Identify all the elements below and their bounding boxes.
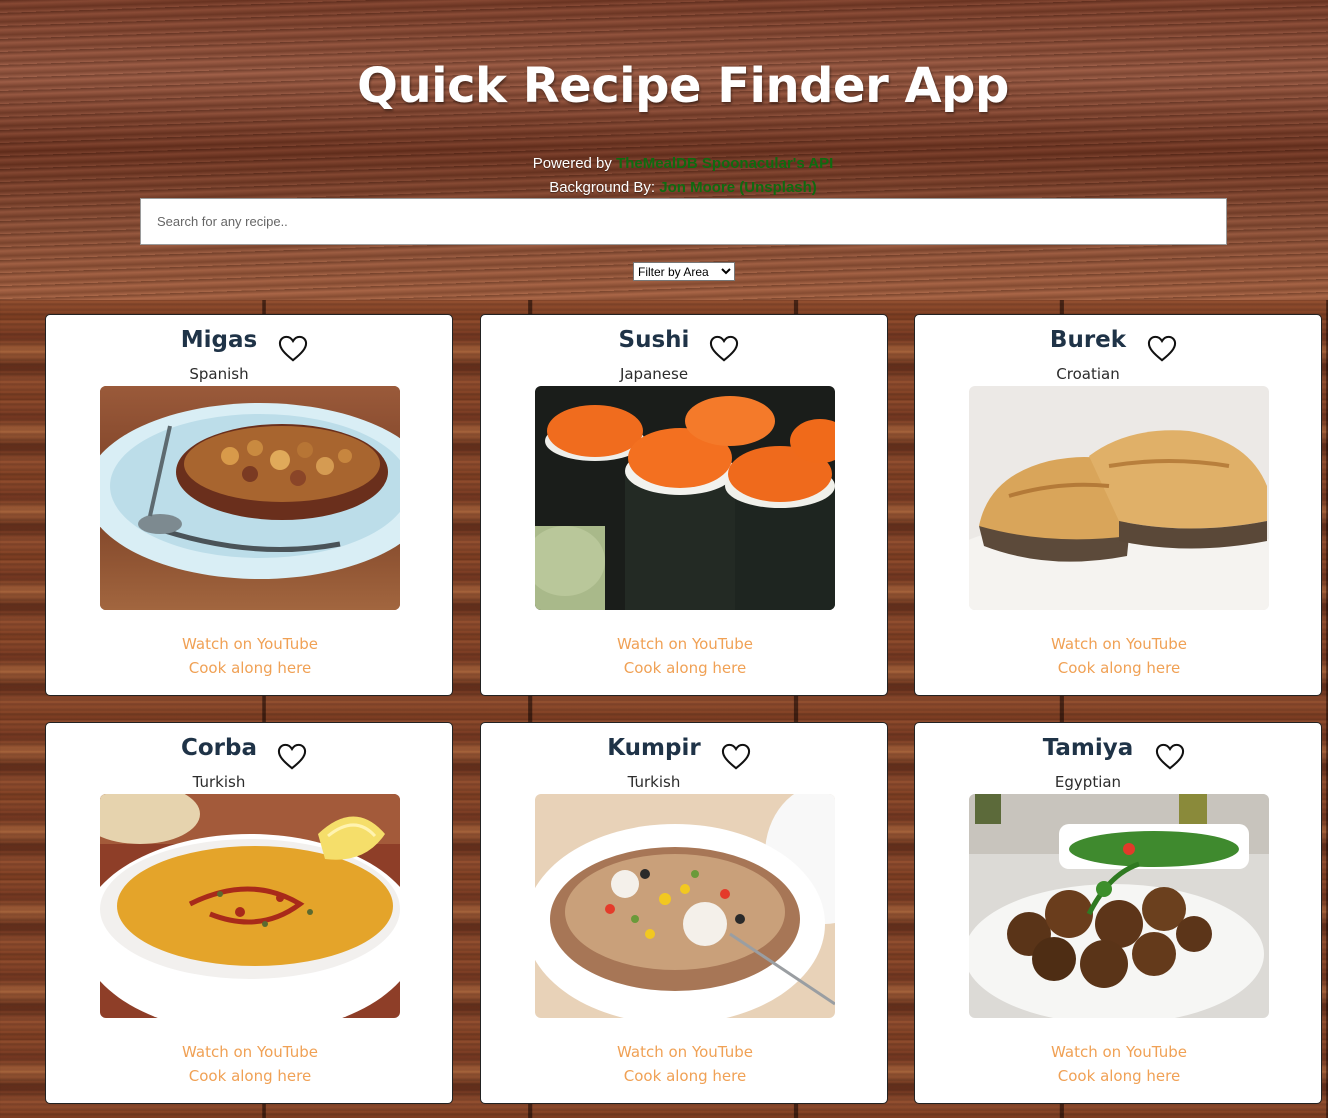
powered-by-label: Powered by: [532, 155, 612, 172]
recipe-card: Tamiya Egyptian Watch on YouTube Cook al…: [914, 722, 1322, 1104]
stuffed-potato-icon: [535, 794, 835, 1018]
heart-icon[interactable]: [277, 743, 307, 771]
meal-area: Croatian: [1056, 365, 1120, 383]
falafel-plate-icon: [969, 794, 1269, 1018]
cook-along-link[interactable]: Cook along here: [915, 1067, 1323, 1085]
meal-name: Kumpir: [607, 735, 701, 761]
migas-dish-icon: [100, 386, 400, 610]
youtube-link[interactable]: Watch on YouTube: [46, 1043, 454, 1061]
lentil-soup-icon: [100, 794, 400, 1018]
meal-area: Turkish: [192, 773, 246, 791]
heart-icon[interactable]: [721, 743, 751, 771]
meal-photo: [100, 386, 400, 610]
meal-photo: [100, 794, 400, 1018]
sushi-rolls-icon: [535, 386, 835, 610]
heart-icon[interactable]: [1155, 743, 1185, 771]
page-title: Quick Recipe Finder App: [357, 58, 1009, 114]
cook-along-link[interactable]: Cook along here: [915, 659, 1323, 677]
meal-photo: [969, 386, 1269, 610]
photographer-credit-link[interactable]: Jon Moore (Unsplash): [659, 179, 817, 196]
meal-name: Corba: [180, 735, 257, 761]
background-credit-label: Background By:: [549, 179, 656, 196]
meal-photo: [969, 794, 1269, 1018]
cook-along-link[interactable]: Cook along here: [46, 1067, 454, 1085]
meal-area: Spanish: [189, 365, 249, 383]
api-credit-link[interactable]: TheMealDB Spoonacular's API: [616, 155, 833, 172]
heart-icon[interactable]: [278, 335, 308, 363]
powered-by-line: Powered by TheMealDB Spoonacular's API: [0, 152, 1328, 176]
area-filter-select[interactable]: Filter by Area: [633, 262, 735, 281]
meal-area: Egyptian: [1054, 773, 1122, 791]
meal-name: Tamiya: [1042, 735, 1134, 761]
meal-name: Sushi: [618, 327, 690, 353]
youtube-link[interactable]: Watch on YouTube: [915, 1043, 1323, 1061]
heart-icon[interactable]: [709, 335, 739, 363]
cook-along-link[interactable]: Cook along here: [481, 659, 889, 677]
meal-name: Migas: [180, 327, 258, 353]
background-credit-line: Background By: Jon Moore (Unsplash): [0, 176, 1328, 200]
recipe-card: Burek Croatian Watch on YouTube Cook alo…: [914, 314, 1322, 696]
recipe-card: Migas Spanish Watch on YouTube Cook alon…: [45, 314, 453, 696]
meal-photo: [535, 794, 835, 1018]
youtube-link[interactable]: Watch on YouTube: [915, 635, 1323, 653]
cook-along-link[interactable]: Cook along here: [46, 659, 454, 677]
recipe-card: Kumpir Turkish Watch on YouTube Cook alo…: [480, 722, 888, 1104]
cook-along-link[interactable]: Cook along here: [481, 1067, 889, 1085]
meal-photo: [535, 386, 835, 610]
credits: Powered by TheMealDB Spoonacular's API B…: [0, 152, 1328, 200]
recipe-card: Sushi Japanese Watch on YouTube Cook alo…: [480, 314, 888, 696]
meal-area: Japanese: [619, 365, 689, 383]
recipe-card: Corba Turkish Watch on YouTube Cook alon…: [45, 722, 453, 1104]
burek-pastry-icon: [969, 386, 1269, 610]
youtube-link[interactable]: Watch on YouTube: [481, 1043, 889, 1061]
heart-icon[interactable]: [1147, 335, 1177, 363]
youtube-link[interactable]: Watch on YouTube: [481, 635, 889, 653]
youtube-link[interactable]: Watch on YouTube: [46, 635, 454, 653]
header-background: [0, 0, 1328, 300]
meal-name: Burek: [1049, 327, 1127, 353]
meal-area: Turkish: [627, 773, 681, 791]
recipe-search-input[interactable]: [140, 198, 1227, 245]
